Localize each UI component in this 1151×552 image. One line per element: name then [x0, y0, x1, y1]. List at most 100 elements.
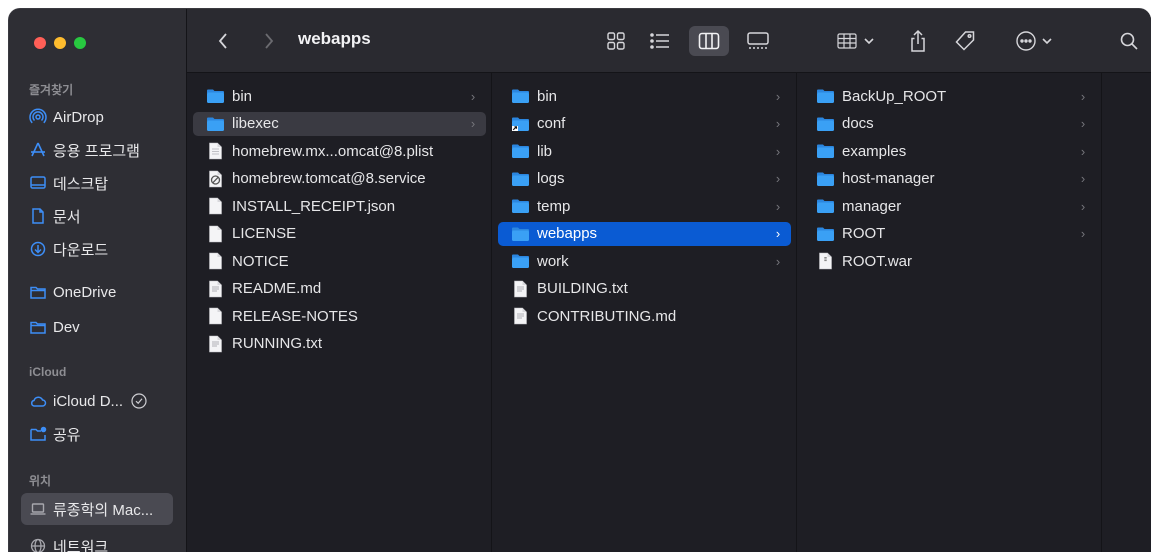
folder-row[interactable]: conf ›	[498, 112, 791, 136]
back-button[interactable]	[211, 26, 235, 56]
minimize-window-button[interactable]	[54, 37, 66, 49]
tag-icon	[955, 31, 975, 51]
folder-row[interactable]: libexec ›	[193, 111, 486, 136]
sidebar-item-network[interactable]: 네트워크	[21, 530, 173, 552]
folder-row[interactable]: examples ›	[803, 139, 1096, 163]
ellipsis-circle-icon	[1016, 31, 1036, 51]
column-view-button[interactable]	[689, 26, 729, 56]
item-name: README.md	[232, 280, 322, 297]
folder-icon	[816, 225, 835, 242]
share-button[interactable]	[905, 26, 931, 56]
folder-row[interactable]: host-manager ›	[803, 167, 1096, 191]
favorites-section-label: 즐겨찾기	[29, 83, 74, 97]
list-view-button[interactable]	[645, 26, 675, 56]
chevron-right-icon: ›	[470, 116, 476, 131]
finder-window: 즐겨찾기 AirDrop 응용 프로그램 데스크탑 문서 다운로드 OneDri…	[8, 8, 1151, 552]
folder-row[interactable]: logs ›	[498, 167, 791, 191]
sidebar-item-onedrive[interactable]: OneDrive	[21, 276, 173, 308]
gallery-view-icon	[747, 32, 769, 49]
folder-icon	[511, 225, 530, 242]
item-name: homebrew.tomcat@8.service	[232, 170, 426, 187]
zoom-window-button[interactable]	[74, 37, 86, 49]
file-row[interactable]: ROOT.war	[803, 249, 1096, 273]
column-4	[1102, 73, 1151, 552]
column-2: bin › conf › lib › logs › temp › webapps › work › BUIL…	[492, 73, 797, 552]
sidebar-item-desktop[interactable]: 데스크탑	[21, 167, 173, 199]
chevron-right-icon: ›	[775, 171, 781, 186]
file-icon	[206, 225, 225, 242]
folder-row[interactable]: bin ›	[193, 84, 486, 108]
sidebar-item-label: OneDrive	[53, 283, 117, 301]
sidebar-item-label: 문서	[53, 208, 81, 226]
chevron-right-icon: ›	[1080, 116, 1086, 131]
file-icon	[206, 197, 225, 215]
file-row[interactable]: NOTICE	[193, 249, 486, 273]
sidebar-item-label: 다운로드	[53, 241, 109, 259]
file-row[interactable]: README.md	[193, 277, 486, 301]
folder-row[interactable]: BackUp_ROOT ›	[803, 84, 1096, 108]
sidebar-item-icloud-drive[interactable]: iCloud D...	[21, 385, 173, 417]
sidebar-item-this-mac[interactable]: 류종학의 Mac...	[21, 493, 173, 525]
sidebar-item-dev[interactable]: Dev	[21, 311, 173, 343]
window-title: webapps	[298, 29, 371, 48]
item-name: LICENSE	[232, 225, 297, 242]
list-view-icon	[650, 33, 669, 49]
item-name: lib	[537, 142, 553, 160]
group-by-button[interactable]	[832, 26, 878, 56]
file-row[interactable]: RELEASE-NOTES	[193, 304, 486, 328]
folder-icon	[511, 170, 530, 187]
item-name: ROOT	[842, 225, 886, 242]
sidebar-item-shared[interactable]: 공유	[21, 418, 173, 450]
sidebar-item-airdrop[interactable]: AirDrop	[21, 101, 173, 133]
file-row[interactable]: RUNNING.txt	[193, 332, 486, 356]
folder-row[interactable]: work ›	[498, 249, 791, 273]
file-icon	[206, 252, 225, 270]
icloud-section-label: iCloud	[29, 365, 67, 379]
chevron-left-icon	[218, 33, 227, 49]
column-3: BackUp_ROOT › docs › examples › host-manager › m…	[797, 73, 1102, 552]
close-window-button[interactable]	[34, 37, 46, 49]
folder-icon	[816, 170, 835, 187]
download-icon	[29, 240, 47, 258]
file-row[interactable]: homebrew.mx...omcat@8.plist	[193, 139, 486, 163]
grid-view-icon	[607, 32, 625, 50]
column-view-icon	[698, 32, 720, 50]
file-row[interactable]: CONTRIBUTING.md	[498, 304, 791, 328]
folder-row[interactable]: lib ›	[498, 139, 791, 163]
sidebar: 즐겨찾기 AirDrop 응용 프로그램 데스크탑 문서 다운로드 OneDri…	[9, 9, 187, 552]
item-name: logs	[537, 170, 565, 187]
file-row[interactable]: LICENSE	[193, 222, 486, 246]
folder-icon	[816, 88, 835, 105]
folder-row[interactable]: temp ›	[498, 194, 791, 218]
folder-row[interactable]: docs ›	[803, 112, 1096, 136]
tag-button[interactable]	[951, 26, 979, 56]
chevron-right-icon: ›	[775, 116, 781, 131]
chevron-right-icon: ›	[1080, 171, 1086, 186]
chevron-down-icon	[864, 38, 874, 45]
file-icon	[816, 252, 835, 270]
file-row[interactable]: BUILDING.txt	[498, 277, 791, 301]
sidebar-item-applications[interactable]: 응용 프로그램	[21, 134, 173, 166]
cloud-icon	[29, 392, 47, 410]
file-row[interactable]: INSTALL_RECEIPT.json	[193, 194, 486, 218]
item-name: work	[537, 252, 569, 270]
chevron-right-icon: ›	[1080, 88, 1086, 104]
sidebar-item-label: 류종학의 Mac...	[53, 501, 154, 519]
forward-button[interactable]	[257, 26, 281, 56]
folder-row[interactable]: ROOT ›	[803, 222, 1096, 246]
sidebar-item-label: Dev	[53, 318, 80, 336]
folder-row[interactable]: webapps ›	[498, 221, 791, 246]
folder-row[interactable]: bin ›	[498, 84, 791, 108]
more-actions-button[interactable]	[1009, 26, 1059, 56]
gallery-view-button[interactable]	[743, 26, 773, 56]
window-controls	[34, 37, 86, 49]
search-button[interactable]	[1115, 26, 1143, 56]
item-name: homebrew.mx...omcat@8.plist	[232, 142, 434, 160]
sidebar-item-documents[interactable]: 문서	[21, 200, 173, 232]
folder-row[interactable]: manager ›	[803, 194, 1096, 218]
folder-icon	[511, 115, 530, 132]
file-icon	[206, 307, 225, 325]
sidebar-item-downloads[interactable]: 다운로드	[21, 233, 173, 265]
file-row[interactable]: homebrew.tomcat@8.service	[193, 167, 486, 191]
icon-view-button[interactable]	[601, 26, 631, 56]
